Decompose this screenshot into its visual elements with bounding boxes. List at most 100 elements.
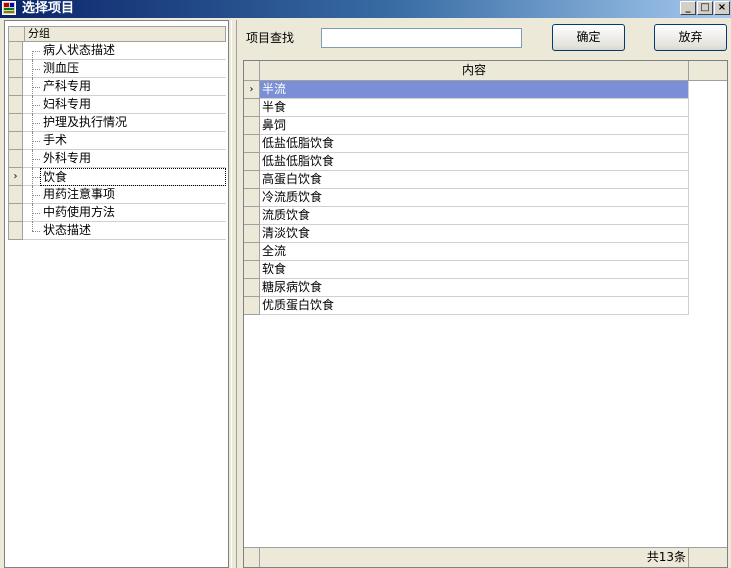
- grid-cell[interactable]: 软食: [260, 261, 689, 279]
- tree-row-header[interactable]: [8, 204, 23, 222]
- grid-row[interactable]: › 半流: [244, 81, 689, 99]
- grid-row-header[interactable]: [244, 279, 260, 297]
- grid-cell[interactable]: 鼻饲: [260, 117, 689, 135]
- tree-row-header[interactable]: ›: [8, 168, 23, 186]
- grid-row[interactable]: 高蛋白饮食: [244, 171, 689, 189]
- tree-row-header[interactable]: [8, 42, 23, 60]
- tree-branch-line: [32, 51, 40, 52]
- grid-row[interactable]: 软食: [244, 261, 689, 279]
- search-input[interactable]: [321, 28, 522, 48]
- tree-row-header[interactable]: [8, 114, 23, 132]
- grid-cell[interactable]: 半流: [260, 81, 689, 99]
- grid-column-header[interactable]: 内容: [260, 61, 689, 81]
- confirm-button[interactable]: 确定: [552, 24, 625, 51]
- panel-splitter[interactable]: [231, 20, 237, 568]
- tree-branch-line: [32, 69, 40, 70]
- grid-cell[interactable]: 流质饮食: [260, 207, 689, 225]
- tree-item[interactable]: 产科专用: [8, 78, 226, 96]
- grid-cell[interactable]: 高蛋白饮食: [260, 171, 689, 189]
- maximize-button[interactable]: □: [697, 1, 713, 15]
- content-grid: 内容 › 半流 半食 鼻饲 低盐低脂饮食 低盐低脂饮食 高蛋白饮食 冷流质饮食 流质饮食 清淡饮食…: [243, 60, 728, 568]
- group-tree-panel: 分组 病人状态描述测血压 产科专用妇科专用护理及执行情况 手术外科专用 › 饮食 用药注意…: [4, 20, 229, 568]
- tree-row-header[interactable]: [8, 78, 23, 96]
- grid-row-header[interactable]: [244, 135, 260, 153]
- tree-row-header[interactable]: [8, 186, 23, 204]
- close-button[interactable]: ×: [714, 1, 730, 15]
- tree-item-label: 妇科专用: [43, 97, 92, 111]
- grid-row[interactable]: 全流: [244, 243, 689, 261]
- grid-cell[interactable]: 半食: [260, 99, 689, 117]
- title-bar[interactable]: 选择项目 _ □ ×: [0, 0, 731, 18]
- cancel-button[interactable]: 放弃: [654, 24, 727, 51]
- grid-row[interactable]: 优质蛋白饮食: [244, 297, 689, 315]
- tree-branch-line: [32, 141, 40, 142]
- grid-corner[interactable]: [244, 61, 260, 81]
- grid-row-header[interactable]: [244, 225, 260, 243]
- tree-branch-line: [32, 195, 40, 196]
- tree-row-header[interactable]: [8, 132, 23, 150]
- tree-item[interactable]: 中药使用方法: [8, 204, 226, 222]
- tree-item-label: 产科专用: [43, 79, 92, 93]
- grid-row[interactable]: 流质饮食: [244, 207, 689, 225]
- tree-branch-line: [32, 231, 40, 232]
- tree-row-header[interactable]: [8, 60, 23, 78]
- minimize-button[interactable]: _: [680, 1, 696, 15]
- grid-row-header[interactable]: [244, 189, 260, 207]
- tree-item[interactable]: 护理及执行情况: [8, 114, 226, 132]
- tree-branch-line: [32, 87, 40, 88]
- grid-row-header[interactable]: [244, 117, 260, 135]
- tree-item[interactable]: 手术: [8, 132, 226, 150]
- tree-connector-line: [32, 222, 33, 231]
- grid-cell[interactable]: 清淡饮食: [260, 225, 689, 243]
- app-grid-icon[interactable]: [2, 1, 16, 15]
- tree-item[interactable]: › 饮食: [8, 168, 226, 186]
- grid-row-header[interactable]: [244, 243, 260, 261]
- tree-item[interactable]: 测血压: [8, 60, 226, 78]
- tree-item[interactable]: 外科专用: [8, 150, 226, 168]
- tree-row-header[interactable]: [8, 150, 23, 168]
- tree-branch-line: [32, 177, 40, 178]
- grid-cell[interactable]: 优质蛋白饮食: [260, 297, 689, 315]
- grid-row[interactable]: 低盐低脂饮食: [244, 135, 689, 153]
- tree-item-label: 外科专用: [43, 151, 92, 165]
- grid-row-header[interactable]: [244, 261, 260, 279]
- grid-row[interactable]: 糖尿病饮食: [244, 279, 689, 297]
- grid-row[interactable]: 鼻饲: [244, 117, 689, 135]
- grid-row[interactable]: 低盐低脂饮食: [244, 153, 689, 171]
- grid-footer-row-cell: [244, 548, 260, 567]
- tree-item-label: 用药注意事项: [43, 187, 116, 201]
- tree-row-header[interactable]: [8, 96, 23, 114]
- grid-row-header[interactable]: [244, 99, 260, 117]
- grid-row[interactable]: 清淡饮食: [244, 225, 689, 243]
- grid-cell[interactable]: 低盐低脂饮食: [260, 153, 689, 171]
- tree-item[interactable]: 病人状态描述: [8, 42, 226, 60]
- grid-row[interactable]: 冷流质饮食: [244, 189, 689, 207]
- grid-row-header[interactable]: [244, 171, 260, 189]
- tree-item-label: 病人状态描述: [43, 43, 116, 57]
- tree-item-label: 手术: [43, 133, 68, 147]
- grid-row-header[interactable]: ›: [244, 81, 260, 99]
- tree-header-row-cell: [9, 27, 25, 41]
- tree-item-label: 饮食: [40, 168, 226, 186]
- tree-row-header[interactable]: [8, 222, 23, 240]
- tree-branch-line: [32, 105, 40, 106]
- tree-item[interactable]: 用药注意事项: [8, 186, 226, 204]
- grid-cell[interactable]: 全流: [260, 243, 689, 261]
- grid-row[interactable]: 半食: [244, 99, 689, 117]
- search-label: 项目查找: [246, 31, 295, 45]
- grid-cell[interactable]: 低盐低脂饮食: [260, 135, 689, 153]
- tree-header-label: 分组: [28, 27, 50, 40]
- grid-cell[interactable]: 糖尿病饮食: [260, 279, 689, 297]
- tree-item[interactable]: 状态描述: [8, 222, 226, 240]
- grid-row-header[interactable]: [244, 297, 260, 315]
- tree-item-label: 护理及执行情况: [43, 115, 128, 129]
- grid-row-header[interactable]: [244, 207, 260, 225]
- tree-branch-line: [32, 213, 40, 214]
- grid-row-header[interactable]: [244, 153, 260, 171]
- tree-item[interactable]: 妇科专用: [8, 96, 226, 114]
- record-count: 共13条: [260, 548, 689, 567]
- tree-item-label: 状态描述: [43, 223, 92, 237]
- window-title: 选择项目: [22, 1, 75, 16]
- grid-cell[interactable]: 冷流质饮食: [260, 189, 689, 207]
- tree-connector-line: [32, 51, 33, 60]
